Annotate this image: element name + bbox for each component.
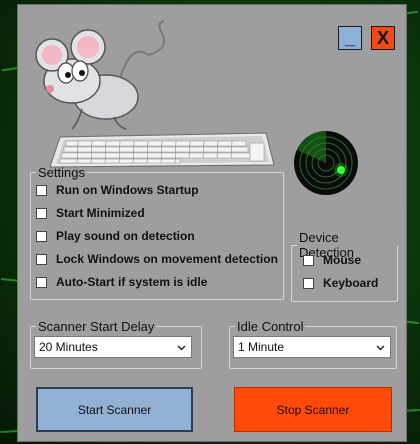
app-window: _ X Settings Run on Windows Startup Star… xyxy=(17,4,407,442)
checkbox-keyboard[interactable] xyxy=(303,277,314,289)
scanner-start-delay-value: 20 Minutes xyxy=(39,340,98,354)
radar-icon xyxy=(294,131,358,195)
mouse-mascot xyxy=(35,20,166,130)
option-play-sound[interactable]: Play sound on detection xyxy=(36,229,195,243)
checkbox-start-minimized[interactable] xyxy=(36,207,47,219)
option-mouse[interactable]: Mouse xyxy=(303,253,361,267)
option-label: Keyboard xyxy=(323,276,379,290)
start-scanner-button[interactable]: Start Scanner xyxy=(36,387,193,432)
option-label: Mouse xyxy=(323,253,362,267)
idle-control-legend: Idle Control xyxy=(237,319,304,334)
checkbox-mouse[interactable] xyxy=(303,254,314,266)
settings-legend: Settings xyxy=(38,165,85,180)
idle-control-value: 1 Minute xyxy=(238,340,285,354)
scanner-start-delay-select[interactable]: 20 Minutes xyxy=(34,336,192,358)
option-label: Play sound on detection xyxy=(56,229,195,243)
option-start-minimized[interactable]: Start Minimized xyxy=(36,206,145,220)
minimize-button[interactable]: _ xyxy=(338,26,362,50)
checkbox-auto-start-idle[interactable] xyxy=(36,276,47,288)
option-label: Lock Windows on movement detection xyxy=(56,252,278,266)
option-keyboard[interactable]: Keyboard xyxy=(303,276,378,290)
option-run-on-startup[interactable]: Run on Windows Startup xyxy=(36,183,199,197)
option-auto-start-idle[interactable]: Auto-Start if system is idle xyxy=(36,275,207,289)
scanner-start-delay-legend: Scanner Start Delay xyxy=(38,319,155,334)
checkbox-lock-windows[interactable] xyxy=(36,253,47,265)
idle-control-select[interactable]: 1 Minute xyxy=(233,336,391,358)
option-label: Auto-Start if system is idle xyxy=(56,275,208,289)
option-lock-windows[interactable]: Lock Windows on movement detection xyxy=(36,252,278,266)
keyboard-illustration xyxy=(49,132,275,168)
checkbox-play-sound[interactable] xyxy=(36,230,47,242)
option-label: Run on Windows Startup xyxy=(56,183,199,197)
mouse-keyboard-logo xyxy=(35,20,275,168)
close-button[interactable]: X xyxy=(371,26,395,50)
chevron-down-icon xyxy=(376,345,385,351)
option-label: Start Minimized xyxy=(56,206,145,220)
checkbox-run-on-startup[interactable] xyxy=(36,184,47,196)
stop-scanner-button[interactable]: Stop Scanner xyxy=(234,387,392,432)
chevron-down-icon xyxy=(177,345,186,351)
